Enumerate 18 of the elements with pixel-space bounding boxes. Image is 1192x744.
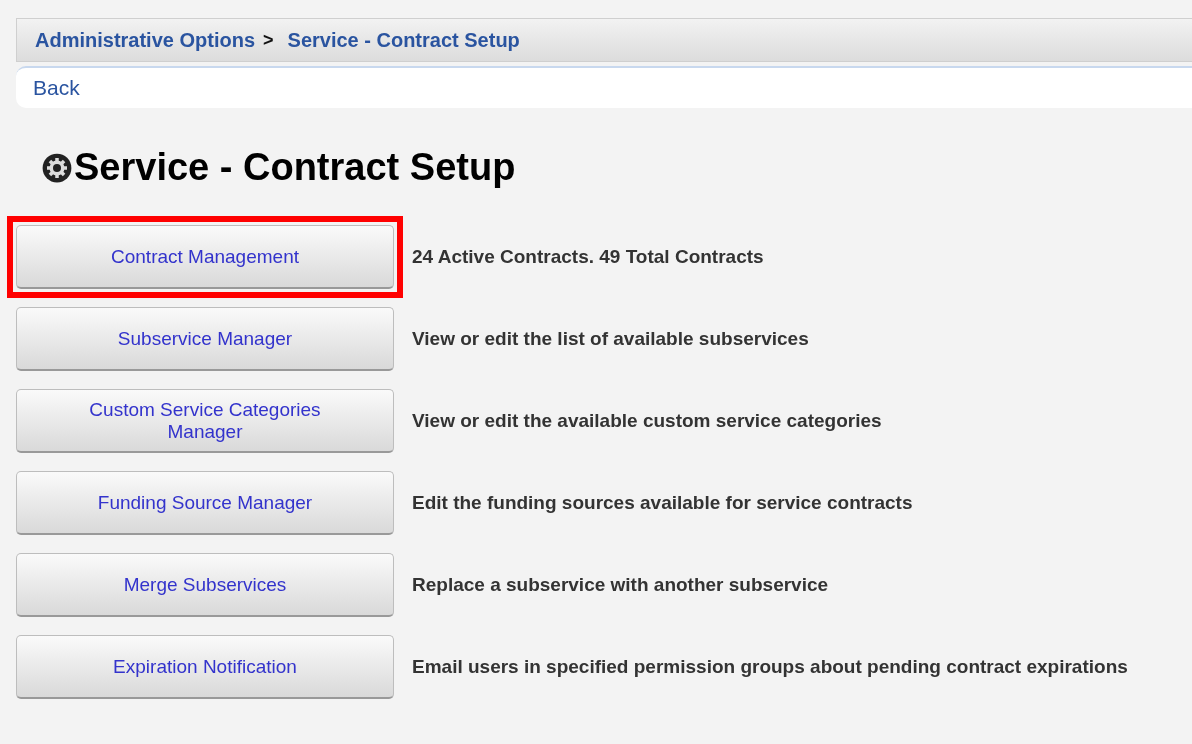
- breadcrumb-link[interactable]: Administrative Options: [35, 28, 256, 52]
- option-button[interactable]: Custom Service Categories Manager: [16, 389, 394, 453]
- option-description: Email users in specified permission groups about pending contract expirations: [412, 656, 1128, 678]
- option-button[interactable]: Subservice Manager: [16, 307, 394, 371]
- option-description: Edit the funding sources available for service contracts: [412, 492, 913, 514]
- option-button[interactable]: Expiration Notification: [16, 635, 394, 699]
- breadcrumb-link[interactable]: Service - Contract Setup: [287, 28, 520, 52]
- breadcrumb-separator: >: [263, 29, 274, 51]
- option-description: View or edit the list of available subservices: [412, 328, 809, 350]
- option-description: 24 Active Contracts. 49 Total Contracts: [412, 246, 764, 268]
- option-description: Replace a subservice with another subservice: [412, 574, 829, 596]
- page-title: Service - Contract Setup: [74, 146, 516, 189]
- gear-icon: [42, 152, 72, 183]
- option-button[interactable]: Merge Subservices: [16, 553, 394, 617]
- option-description: View or edit the available custom service categories: [412, 410, 882, 432]
- option-button[interactable]: Funding Source Manager: [16, 471, 394, 535]
- back-link[interactable]: Back: [33, 76, 80, 100]
- option-button[interactable]: Contract Management: [16, 225, 394, 289]
